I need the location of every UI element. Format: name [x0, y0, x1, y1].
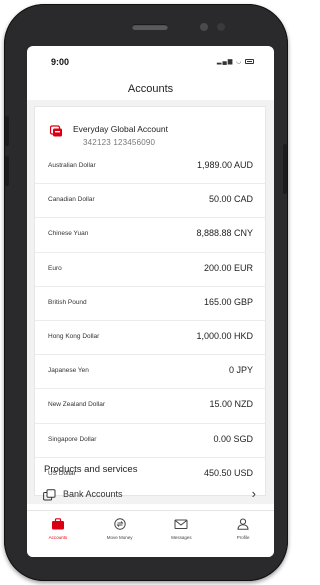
currency-amount: 0 JPY	[228, 365, 253, 376]
balance-row[interactable]: Chinese Yuan 8,888.88 CNY	[35, 218, 265, 253]
tab-messages-label: Messages	[171, 535, 192, 540]
volume-down-button	[5, 156, 9, 186]
profile-icon	[237, 518, 249, 530]
account-number: 342123 123456090	[83, 138, 156, 147]
currency-name: Australian Dollar	[48, 162, 96, 169]
currency-name: Euro	[48, 264, 62, 272]
balance-row[interactable]: British Pound 165.00 GBP	[35, 287, 265, 321]
currency-name: New Zealand Dollar	[48, 401, 106, 409]
balance-row[interactable]: Australian Dollar 1,989.00 AUD	[35, 150, 265, 185]
currency-amount: 8,888.88 CNY	[196, 228, 253, 239]
currency-amount: 1,000.00 HKD	[196, 330, 253, 341]
currency-name: Canadian Dollar	[48, 196, 95, 204]
currency-balance-list: Australian Dollar 1,989.00 AUD Canadian …	[35, 150, 265, 492]
chevron-right-icon: ›	[251, 486, 256, 501]
bottom-tab-bar: Accounts Move Money Messages Profile	[27, 510, 274, 546]
currency-amount: 0.00 SGD	[213, 433, 253, 444]
currency-amount: 450.50 USD	[203, 467, 253, 478]
page-title: Accounts	[127, 83, 174, 95]
status-icons: ▂▄▆ ◡	[217, 58, 254, 65]
status-bar: 9:00 ▂▄▆ ◡	[27, 46, 274, 74]
currency-amount: 50.00 CAD	[208, 194, 253, 205]
signal-icon: ▂▄▆	[216, 59, 234, 65]
currency-name: Hong Kong Dollar	[48, 332, 100, 340]
balance-row[interactable]: Japanese Yen 0 JPY	[35, 355, 265, 390]
currency-amount: 1,989.00 AUD	[196, 160, 253, 170]
balance-row[interactable]: New Zealand Dollar 15.00 NZD	[35, 389, 265, 424]
bank-accounts-icon	[43, 489, 56, 501]
bank-logo-icon	[50, 125, 62, 137]
battery-icon	[245, 58, 254, 64]
briefcase-icon	[51, 518, 64, 530]
power-button	[283, 144, 287, 194]
envelope-icon	[174, 519, 188, 529]
currency-amount: 200.00 EUR	[203, 262, 253, 273]
products-section-title: Products and services	[44, 464, 138, 475]
tab-accounts[interactable]: Accounts	[27, 511, 89, 546]
front-camera	[200, 23, 208, 31]
tab-move-money-label: Move Money	[106, 535, 133, 540]
balance-row[interactable]: Hong Kong Dollar 1,000.00 HKD	[35, 321, 265, 356]
tab-accounts-label: Accounts	[48, 535, 68, 540]
tab-profile[interactable]: Profile	[212, 511, 274, 546]
account-card[interactable]: Everyday Global Account 342123 123456090…	[34, 106, 266, 496]
tab-messages[interactable]: Messages	[151, 511, 213, 546]
currency-amount: 165.00 GBP	[203, 296, 253, 307]
currency-name: Chinese Yuan	[48, 230, 89, 238]
bank-accounts-link[interactable]: Bank Accounts ›	[27, 484, 274, 508]
bottom-safe-area	[27, 546, 274, 557]
move-money-icon	[113, 518, 126, 530]
currency-amount: 15.00 NZD	[209, 399, 253, 410]
currency-name: Singapore Dollar	[48, 435, 97, 443]
tab-move-money[interactable]: Move Money	[89, 511, 151, 546]
currency-name: Japanese Yen	[48, 367, 89, 375]
balance-row[interactable]: Euro 200.00 EUR	[35, 253, 265, 287]
currency-name: British Pound	[48, 298, 87, 306]
status-time: 9:00	[51, 57, 70, 67]
balance-row[interactable]: Canadian Dollar 50.00 CAD	[35, 184, 265, 219]
account-name: Everyday Global Account	[73, 124, 168, 134]
tab-profile-label: Profile	[236, 535, 250, 540]
app-screen: 9:00 ▂▄▆ ◡ Accounts Everyday Global Acco…	[27, 46, 274, 557]
balance-row[interactable]: Singapore Dollar 0.00 SGD	[35, 424, 265, 458]
bank-accounts-label: Bank Accounts	[63, 489, 123, 499]
wifi-icon: ◡	[236, 59, 243, 65]
front-sensor	[217, 23, 225, 31]
volume-up-button	[5, 116, 9, 146]
phone-frame: 9:00 ▂▄▆ ◡ Accounts Everyday Global Acco…	[4, 4, 288, 581]
speaker-grille	[132, 24, 168, 30]
